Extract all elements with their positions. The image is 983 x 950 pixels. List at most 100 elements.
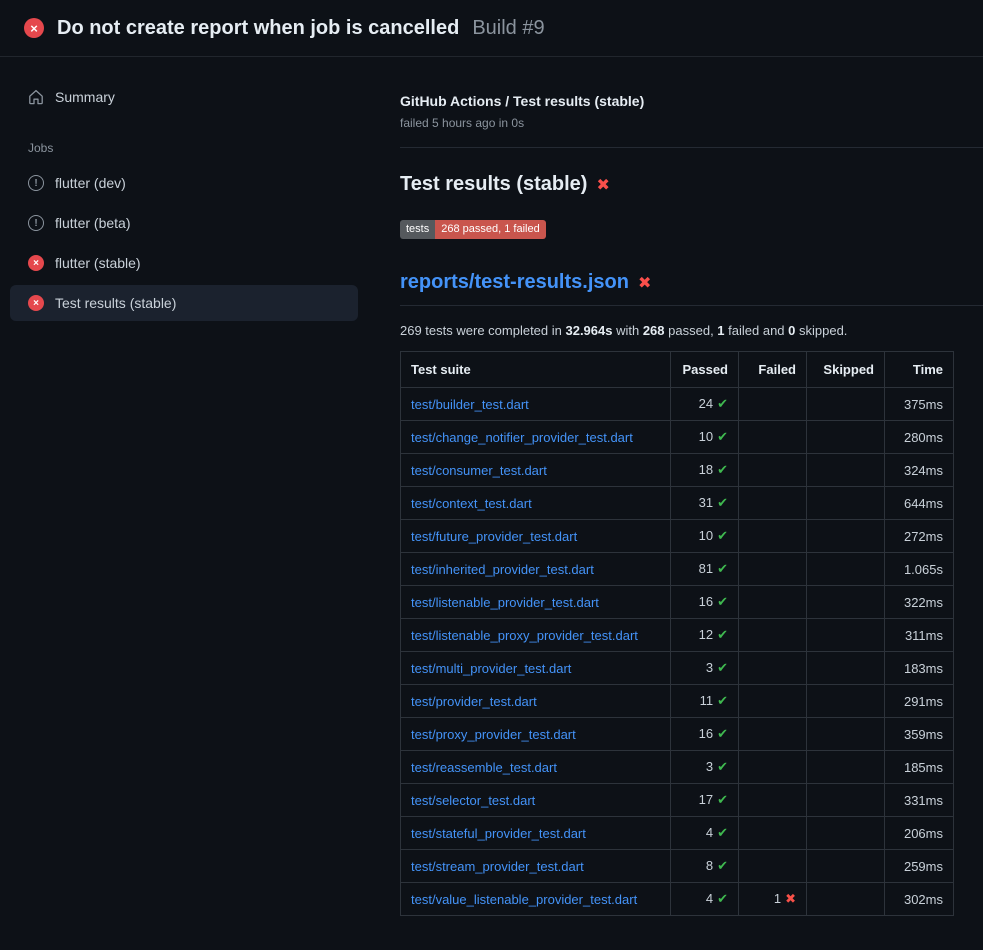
sidebar-job-item[interactable]: × flutter (stable)	[10, 245, 358, 281]
summary-text: skipped.	[795, 323, 847, 338]
col-header-test-suite: Test suite	[401, 352, 671, 388]
job-status-icon: !	[28, 215, 44, 231]
failed-count: 1	[774, 891, 781, 906]
test-suite-link[interactable]: test/listenable_proxy_provider_test.dart	[411, 628, 638, 643]
passed-count: 18	[699, 462, 713, 477]
table-row: test/stream_provider_test.dart 8✔ ✖ 259m…	[401, 850, 954, 883]
jobs-heading: Jobs	[10, 119, 358, 165]
passed-count: 16	[699, 594, 713, 609]
test-suite-link[interactable]: test/context_test.dart	[411, 496, 532, 511]
home-icon	[28, 89, 44, 105]
test-suite-link[interactable]: test/selector_test.dart	[411, 793, 535, 808]
report-failed-x-icon: ✖	[638, 273, 651, 293]
passed-count: 8	[706, 858, 713, 873]
time-value: 375ms	[885, 388, 954, 421]
col-header-time: Time	[885, 352, 954, 388]
tests-badge: tests 268 passed, 1 failed	[400, 220, 546, 239]
main-panel: GitHub Actions / Test results (stable) f…	[368, 57, 983, 916]
table-row: test/future_provider_test.dart 10✔ ✖ 272…	[401, 520, 954, 553]
check-icon: ✔	[717, 660, 728, 675]
check-icon: ✔	[717, 396, 728, 411]
passed-count: 10	[699, 429, 713, 444]
test-suite-link[interactable]: test/builder_test.dart	[411, 397, 529, 412]
summary-line: 269 tests were completed in 32.964s with…	[400, 323, 983, 338]
build-number: Build #9	[472, 17, 544, 40]
passed-count: 3	[706, 660, 713, 675]
time-value: 183ms	[885, 652, 954, 685]
summary-passed-count: 268	[643, 323, 665, 338]
test-suite-link[interactable]: test/stream_provider_test.dart	[411, 859, 584, 874]
run-title: Do not create report when job is cancell…	[57, 17, 459, 40]
time-value: 644ms	[885, 487, 954, 520]
check-icon: ✔	[717, 528, 728, 543]
run-meta: failed 5 hours ago in 0s	[400, 116, 983, 130]
table-row: test/listenable_proxy_provider_test.dart…	[401, 619, 954, 652]
test-suite-link[interactable]: test/listenable_provider_test.dart	[411, 595, 599, 610]
passed-count: 16	[699, 726, 713, 741]
test-suite-link[interactable]: test/future_provider_test.dart	[411, 529, 577, 544]
table-row: test/consumer_test.dart 18✔ ✖ 324ms	[401, 454, 954, 487]
job-label: flutter (beta)	[55, 215, 130, 231]
test-suite-link[interactable]: test/multi_provider_test.dart	[411, 661, 571, 676]
col-header-skipped: Skipped	[807, 352, 885, 388]
x-icon: ✖	[785, 891, 796, 906]
time-value: 359ms	[885, 718, 954, 751]
check-icon: ✔	[717, 561, 728, 576]
check-icon: ✔	[717, 825, 728, 840]
section-title-row: Test results (stable) ✖	[400, 173, 983, 196]
test-suite-link[interactable]: test/consumer_test.dart	[411, 463, 547, 478]
table-row: test/reassemble_test.dart 3✔ ✖ 185ms	[401, 751, 954, 784]
time-value: 185ms	[885, 751, 954, 784]
check-icon: ✔	[717, 495, 728, 510]
check-icon: ✔	[717, 891, 728, 906]
test-suite-link[interactable]: test/change_notifier_provider_test.dart	[411, 430, 633, 445]
time-value: 302ms	[885, 883, 954, 916]
test-suite-link[interactable]: test/proxy_provider_test.dart	[411, 727, 576, 742]
sidebar: Summary Jobs ! flutter (dev) ! flutter (…	[0, 57, 368, 325]
tests-badge-value: 268 passed, 1 failed	[435, 220, 545, 239]
sidebar-item-summary[interactable]: Summary	[10, 79, 358, 115]
results-table-header-row: Test suite Passed Failed Skipped Time	[401, 352, 954, 388]
check-icon: ✔	[717, 594, 728, 609]
table-row: test/inherited_provider_test.dart 81✔ ✖ …	[401, 553, 954, 586]
passed-count: 12	[699, 627, 713, 642]
check-icon: ✔	[717, 462, 728, 477]
test-suite-link[interactable]: test/stateful_provider_test.dart	[411, 826, 586, 841]
time-value: 311ms	[885, 619, 954, 652]
sidebar-job-item[interactable]: ! flutter (dev)	[10, 165, 358, 201]
job-status-icon: !	[28, 175, 44, 191]
table-row: test/stateful_provider_test.dart 4✔ ✖ 20…	[401, 817, 954, 850]
summary-text: with	[612, 323, 642, 338]
report-file-link[interactable]: reports/test-results.json	[400, 271, 629, 294]
passed-count: 10	[699, 528, 713, 543]
test-suite-link[interactable]: test/provider_test.dart	[411, 694, 537, 709]
passed-count: 3	[706, 759, 713, 774]
sidebar-job-item[interactable]: × Test results (stable)	[10, 285, 358, 321]
check-icon: ✔	[717, 693, 728, 708]
passed-count: 4	[706, 891, 713, 906]
summary-text: 269 tests were completed in	[400, 323, 565, 338]
test-suite-link[interactable]: test/inherited_provider_test.dart	[411, 562, 594, 577]
check-icon: ✔	[717, 858, 728, 873]
passed-count: 81	[699, 561, 713, 576]
col-header-passed: Passed	[671, 352, 739, 388]
sidebar-job-item[interactable]: ! flutter (beta)	[10, 205, 358, 241]
col-header-failed: Failed	[739, 352, 807, 388]
passed-count: 4	[706, 825, 713, 840]
summary-failed-count: 1	[717, 323, 724, 338]
job-label: flutter (stable)	[55, 255, 141, 271]
table-row: test/provider_test.dart 11✔ ✖ 291ms	[401, 685, 954, 718]
sidebar-summary-label: Summary	[55, 89, 115, 105]
time-value: 331ms	[885, 784, 954, 817]
job-label: Test results (stable)	[55, 295, 176, 311]
test-suite-link[interactable]: test/value_listenable_provider_test.dart	[411, 892, 637, 907]
test-suite-link[interactable]: test/reassemble_test.dart	[411, 760, 557, 775]
tests-badge-label: tests	[400, 220, 435, 239]
job-label: flutter (dev)	[55, 175, 126, 191]
check-icon: ✔	[717, 429, 728, 444]
time-value: 324ms	[885, 454, 954, 487]
failed-status-icon: ×	[24, 18, 44, 38]
table-row: test/selector_test.dart 17✔ ✖ 331ms	[401, 784, 954, 817]
table-row: test/context_test.dart 31✔ ✖ 644ms	[401, 487, 954, 520]
job-status-icon: ×	[28, 295, 44, 311]
